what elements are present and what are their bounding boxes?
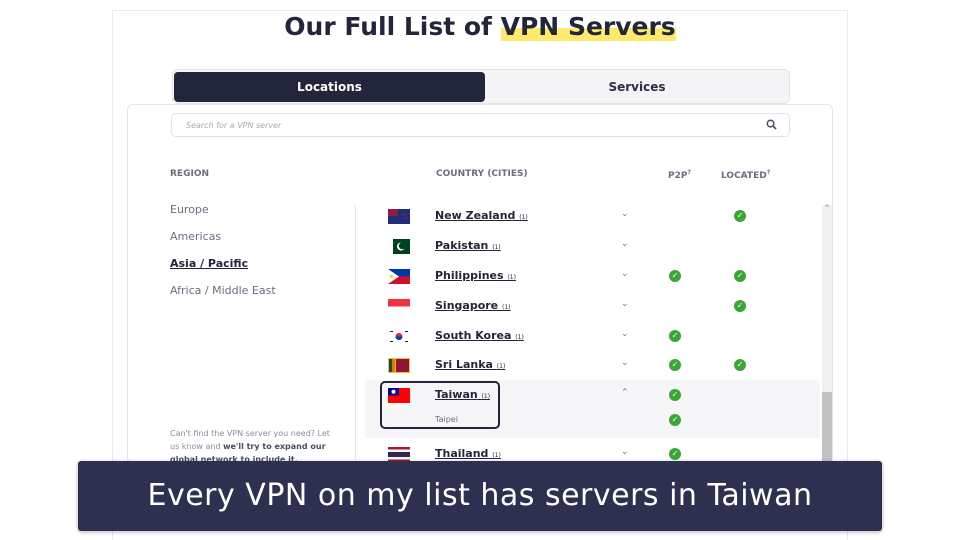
p2p-check-icon: ✓ bbox=[669, 359, 681, 371]
located-label: LOCATED bbox=[721, 171, 767, 181]
country-name: Thailand bbox=[435, 447, 489, 460]
country-name: South Korea bbox=[435, 329, 512, 342]
flag-icon bbox=[388, 239, 410, 254]
city-count: (1) bbox=[496, 363, 506, 370]
flag-icon bbox=[388, 269, 410, 284]
country-name: Philippines bbox=[435, 269, 504, 282]
region-asia-pacific[interactable]: Asia / Pacific bbox=[170, 257, 248, 270]
country-link[interactable]: New Zealand (1) bbox=[435, 209, 528, 222]
country-name: Singapore bbox=[435, 299, 499, 312]
p2p-check-icon: ✓ bbox=[669, 448, 681, 460]
title-text: Our Full List of bbox=[284, 12, 501, 41]
help-text: Can't find the VPN server you need? Let … bbox=[170, 427, 340, 461]
search-icon[interactable] bbox=[766, 119, 777, 130]
country-link[interactable]: Philippines (1) bbox=[435, 269, 516, 282]
p2p-check-icon: ✓ bbox=[669, 389, 681, 401]
chevron-down-icon[interactable]: ⌄ bbox=[621, 329, 629, 339]
caption-banner: Every VPN on my list has servers in Taiw… bbox=[78, 461, 882, 531]
tab-locations[interactable]: Locations bbox=[174, 72, 485, 102]
search-input[interactable]: Search for a VPN server bbox=[171, 113, 790, 137]
country-name: Sri Lanka bbox=[435, 358, 493, 371]
header-region: REGION bbox=[170, 169, 209, 179]
region-europe[interactable]: Europe bbox=[170, 203, 209, 216]
located-check-icon: ✓ bbox=[734, 270, 746, 282]
country-row[interactable]: South Korea (1) ⌄ ✓ bbox=[365, 329, 820, 359]
flag-icon bbox=[388, 388, 410, 403]
header-p2p[interactable]: P2P? bbox=[668, 169, 691, 181]
column-divider bbox=[355, 205, 356, 460]
help-icon[interactable]: ? bbox=[767, 169, 770, 176]
country-link[interactable]: Singapore (1) bbox=[435, 299, 510, 312]
tab-services[interactable]: Services bbox=[485, 72, 789, 102]
country-row[interactable]: Philippines (1) ⌄ ✓ ✓ bbox=[365, 269, 820, 299]
chevron-down-icon[interactable]: ⌄ bbox=[621, 358, 629, 368]
chevron-down-icon[interactable]: ⌄ bbox=[621, 209, 629, 219]
located-check-icon: ✓ bbox=[734, 300, 746, 312]
title-highlight: VPN Servers bbox=[500, 12, 676, 41]
country-name: Pakistan bbox=[435, 239, 489, 252]
country-row[interactable]: Pakistan (1) ⌄ bbox=[365, 239, 820, 269]
country-link[interactable]: Thailand (1) bbox=[435, 447, 501, 460]
city-count: (1) bbox=[501, 304, 511, 311]
country-link[interactable]: Sri Lanka (1) bbox=[435, 358, 505, 371]
country-link[interactable]: South Korea (1) bbox=[435, 329, 524, 342]
chevron-down-icon[interactable]: ⌄ bbox=[621, 269, 629, 279]
help-icon[interactable]: ? bbox=[687, 169, 690, 176]
located-check-icon: ✓ bbox=[734, 210, 746, 222]
country-row[interactable]: Sri Lanka (1) ⌄ ✓ ✓ bbox=[365, 358, 820, 388]
chevron-up-icon[interactable]: ⌃ bbox=[621, 388, 629, 398]
country-name: Taiwan bbox=[435, 388, 478, 401]
scrollbar-thumb[interactable] bbox=[822, 392, 832, 463]
region-americas[interactable]: Americas bbox=[170, 230, 221, 243]
located-check-icon: ✓ bbox=[734, 359, 746, 371]
tab-bar: Locations Services bbox=[172, 69, 790, 104]
country-name: New Zealand bbox=[435, 209, 516, 222]
flag-icon bbox=[388, 329, 410, 344]
flag-icon bbox=[388, 299, 410, 314]
chevron-down-icon[interactable]: ⌄ bbox=[621, 299, 629, 309]
chevron-down-icon[interactable]: ⌄ bbox=[621, 447, 629, 457]
city-count: (1) bbox=[492, 452, 501, 459]
country-link[interactable]: Pakistan (1) bbox=[435, 239, 501, 252]
p2p-check-icon: ✓ bbox=[669, 330, 681, 342]
country-row[interactable]: New Zealand (1) ⌄ ✓ bbox=[365, 209, 820, 239]
flag-icon bbox=[388, 209, 410, 224]
flag-icon bbox=[388, 358, 410, 373]
country-row[interactable]: Taiwan (1) ⌃ ✓ bbox=[365, 388, 820, 418]
city-count: (1) bbox=[492, 244, 501, 251]
search-placeholder: Search for a VPN server bbox=[186, 121, 282, 130]
city-count: (1) bbox=[481, 393, 491, 400]
page-title: Our Full List of VPN Servers bbox=[0, 12, 960, 41]
region-africa-middle-east[interactable]: Africa / Middle East bbox=[170, 284, 276, 297]
p2p-check-icon: ✓ bbox=[669, 270, 681, 282]
city-count: (1) bbox=[507, 274, 516, 281]
scroll-up-icon[interactable]: ^ bbox=[822, 204, 832, 212]
header-country: COUNTRY (CITIES) bbox=[436, 169, 528, 179]
p2p-label: P2P bbox=[668, 171, 688, 181]
flag-icon bbox=[388, 447, 410, 462]
header-located[interactable]: LOCATED? bbox=[721, 169, 770, 181]
chevron-down-icon[interactable]: ⌄ bbox=[621, 239, 629, 249]
country-link[interactable]: Taiwan (1) bbox=[435, 388, 490, 401]
country-row[interactable]: Singapore (1) ⌄ ✓ bbox=[365, 299, 820, 329]
city-count: (1) bbox=[515, 334, 524, 341]
city-count: (1) bbox=[519, 214, 528, 221]
